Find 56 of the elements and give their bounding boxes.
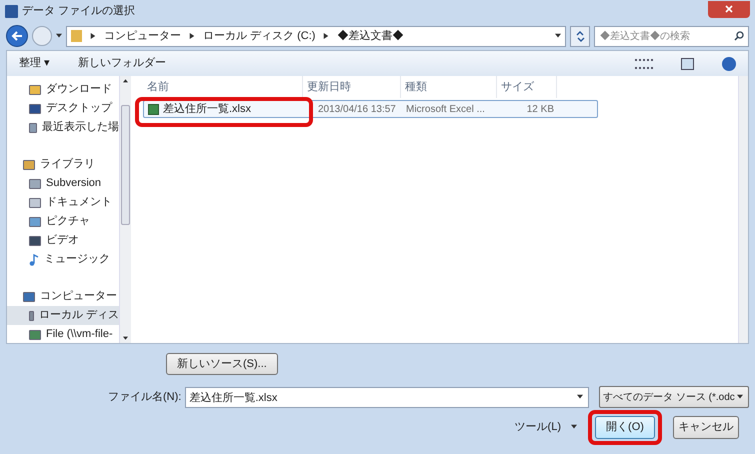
sidebar-item[interactable]: ビデオ [7, 231, 119, 250]
file-type: Microsoft Excel ... [405, 102, 486, 116]
new-source-button[interactable]: 新しいソース(S)... [166, 353, 278, 375]
organize-button[interactable]: 整理 ▾ [19, 55, 50, 72]
history-caret-icon[interactable] [56, 33, 62, 39]
file-name: 差込住所一覧.xlsx [163, 102, 251, 117]
filename-label: ファイル名(N): [108, 390, 182, 405]
sidebar-item[interactable]: ドキュメント [7, 193, 119, 212]
breadcrumb-arrow-icon [90, 33, 96, 39]
column-header[interactable]: 種類 [401, 76, 497, 98]
tools-menu-button[interactable]: ツール(L) [514, 418, 561, 436]
window-title: データ ファイルの選択 [22, 4, 136, 19]
dropdown-caret-icon[interactable] [577, 394, 584, 400]
preview-pane-icon[interactable] [681, 58, 694, 70]
breadcrumb[interactable]: ローカル ディスク (C:) [203, 28, 316, 44]
search-field[interactable]: ◆差込文書◆の検索 [594, 26, 749, 46]
search-icon[interactable] [734, 30, 744, 40]
open-button[interactable]: 開く(O) [595, 416, 655, 438]
address-bar[interactable]: コンピューター ローカル ディスク (C:) ◆差込文書◆ [66, 26, 566, 46]
sidebar-item[interactable]: File (\\vm-file- [7, 325, 119, 343]
close-button[interactable] [708, 0, 750, 18]
sidebar-item[interactable]: ローカル ディス [7, 306, 119, 325]
sidebar-item[interactable]: Subversion [7, 174, 119, 193]
filename-field[interactable]: 差込住所一覧.xlsx [185, 386, 590, 408]
scroll-down-icon[interactable] [123, 336, 128, 341]
refresh-button[interactable] [570, 26, 590, 46]
sidebar-item[interactable]: ライブラリ [7, 155, 119, 174]
breadcrumb[interactable]: ◆差込文書◆ [337, 28, 404, 44]
sidebar-item[interactable]: 最近表示した場 [7, 118, 119, 137]
scroll-up-icon[interactable] [123, 78, 128, 83]
dropdown-caret-icon [736, 394, 743, 400]
sidebar-item[interactable]: ミュージック [7, 250, 119, 269]
column-header[interactable]: 更新日時 [303, 76, 401, 98]
column-header[interactable]: サイズ [497, 76, 557, 98]
file-type-dropdown[interactable]: すべてのデータ ソース (*.odc [599, 386, 749, 408]
sidebar-item[interactable]: ダウンロード [7, 80, 119, 99]
sidebar-item[interactable]: デスクトップ [7, 99, 119, 118]
file-row[interactable]: 差込住所一覧.xlsx 2013/04/16 13:57 Microsoft Excel ... 12 KB [143, 100, 598, 118]
file-size: 12 KB [526, 102, 555, 116]
file-date: 2013/04/16 13:57 [317, 102, 397, 116]
music-note-icon [29, 254, 39, 266]
new-folder-button[interactable]: 新しいフォルダー [78, 55, 166, 72]
breadcrumb[interactable]: コンピューター [104, 28, 181, 44]
refresh-icon [574, 30, 586, 42]
scrollbar[interactable] [119, 76, 131, 343]
back-arrow-icon [11, 31, 23, 41]
column-header[interactable]: 名前 [143, 76, 303, 98]
breadcrumb-arrow-icon [323, 33, 330, 39]
dropdown-caret-icon[interactable] [555, 33, 561, 39]
cancel-button[interactable]: キャンセル [673, 416, 739, 438]
close-icon [725, 5, 733, 13]
dropdown-caret-icon[interactable] [571, 424, 577, 430]
sidebar-item[interactable]: ピクチャ [7, 212, 119, 231]
breadcrumb-arrow-icon [189, 33, 195, 39]
back-button[interactable] [6, 25, 28, 47]
sidebar-item[interactable]: コンピューター [7, 287, 119, 306]
